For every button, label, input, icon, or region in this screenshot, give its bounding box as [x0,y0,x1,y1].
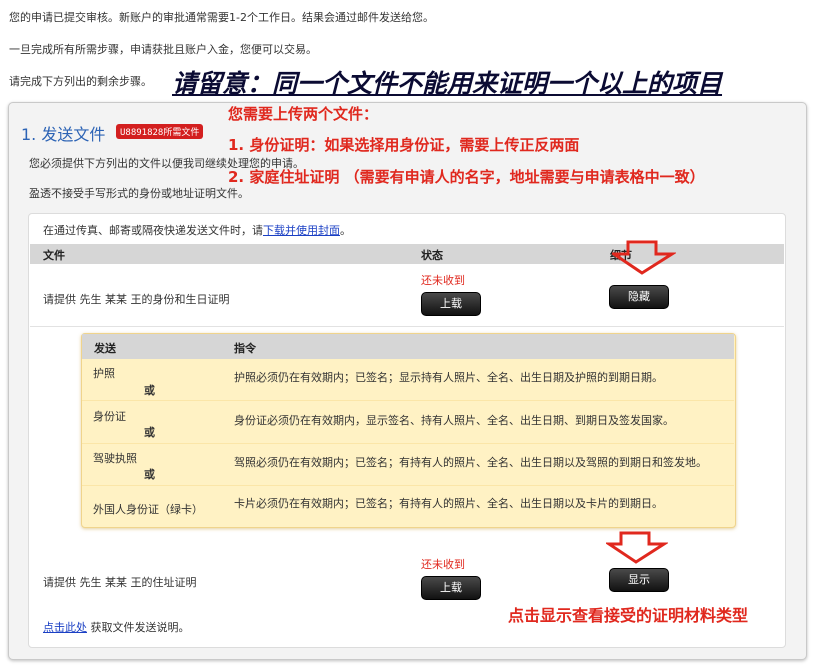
upload-address-button[interactable]: 上载 [421,576,481,600]
doc-row-divider [82,443,734,444]
click-here-link[interactable]: 点击此处 [43,621,87,634]
header-send: 发送 [94,342,116,355]
annotation-item-1: 1. 身份证明：如果选择用身份证，需要上传正反两面 [228,136,580,154]
doc-passport-instruction: 护照必须仍在有效期内；已签名；显示持有人照片、全名、出生日期及护照的到期日期。 [234,371,663,384]
footer-instructions: 点击此处 获取文件发送说明。 [43,619,190,635]
row-identity-label: 请提供 先生 某某 王的身份和生日证明 [43,293,230,306]
doc-drivers-license: 驾驶执照 [93,452,137,465]
download-cover-link[interactable]: 下载并使用封面 [263,224,340,237]
annotation-show-hint: 点击显示查看接受的证明材料类型 [508,606,749,625]
header-file: 文件 [43,249,65,262]
hide-details-button[interactable]: 隐藏 [609,285,669,309]
row-address-label: 请提供 先生 某某 王的住址证明 [43,576,197,589]
annotation-upload-two: 您需要上传两个文件： [228,105,379,123]
doc-row-divider [82,485,734,486]
doc-id-card-instruction: 身份证必须仍在有效期内，显示签名、持有人照片、全名、出生日期、到期日及签发国家。 [234,414,674,427]
doc-or: 或 [144,384,155,397]
doc-id-card: 身份证 [93,410,126,423]
upload-identity-button[interactable]: 上载 [421,292,481,316]
header-status: 状态 [421,249,443,262]
header-instruction: 指令 [234,342,256,355]
down-arrow-icon [612,240,676,275]
cover-text-end: 。 [340,224,351,237]
cover-instructions: 在通过传真、邮寄或隔夜快递发送文件时，请下载并使用封面。 [43,222,351,238]
doc-row-divider [82,400,734,401]
doc-or: 或 [144,426,155,439]
annotation-note: 请留意：同一个文件不能用来证明一个以上的项目 [172,69,723,98]
doc-or: 或 [144,468,155,481]
step-title: 1. 发送文件 [21,125,106,144]
intro-line-3: 请完成下方列出的剩余步骤。 [9,75,152,88]
row-divider [30,326,784,327]
show-details-button[interactable]: 显示 [609,568,669,592]
intro-line-1: 您的申请已提交审核。新账户的审批通常需要1-2个工作日。结果会通过邮件发送给您。 [9,11,434,24]
footer-text: 获取文件发送说明。 [87,621,190,634]
row-address-status: 还未收到 [421,558,465,571]
doc-passport: 护照 [93,367,115,380]
accepted-documents-header: 发送 指令 [82,334,734,359]
step-desc-2: 盈透不接受手写形式的身份或地址证明文件。 [29,187,249,200]
doc-drivers-license-instruction: 驾照必须仍在有效期内；已签名；有持有人的照片、全名、出生日期以及驾照的到期日和签… [234,456,707,469]
row-identity-status: 还未收到 [421,274,465,287]
down-arrow-icon [606,531,668,564]
doc-green-card: 外国人身份证（绿卡） [93,503,203,516]
doc-green-card-instruction: 卡片必须仍在有效期内；已签名；有持有人的照片、全名、出生日期以及卡片的到期日。 [234,497,663,510]
cover-text: 在通过传真、邮寄或隔夜快递发送文件时，请 [43,224,263,237]
account-badge: U8891828所需文件 [116,124,204,139]
intro-line-2: 一旦完成所有所需步骤，申请获批且账户入金，您便可以交易。 [9,43,317,56]
annotation-item-2: 2. 家庭住址证明 （需要有申请人的名字，地址需要与申请表格中一致） [228,168,705,186]
